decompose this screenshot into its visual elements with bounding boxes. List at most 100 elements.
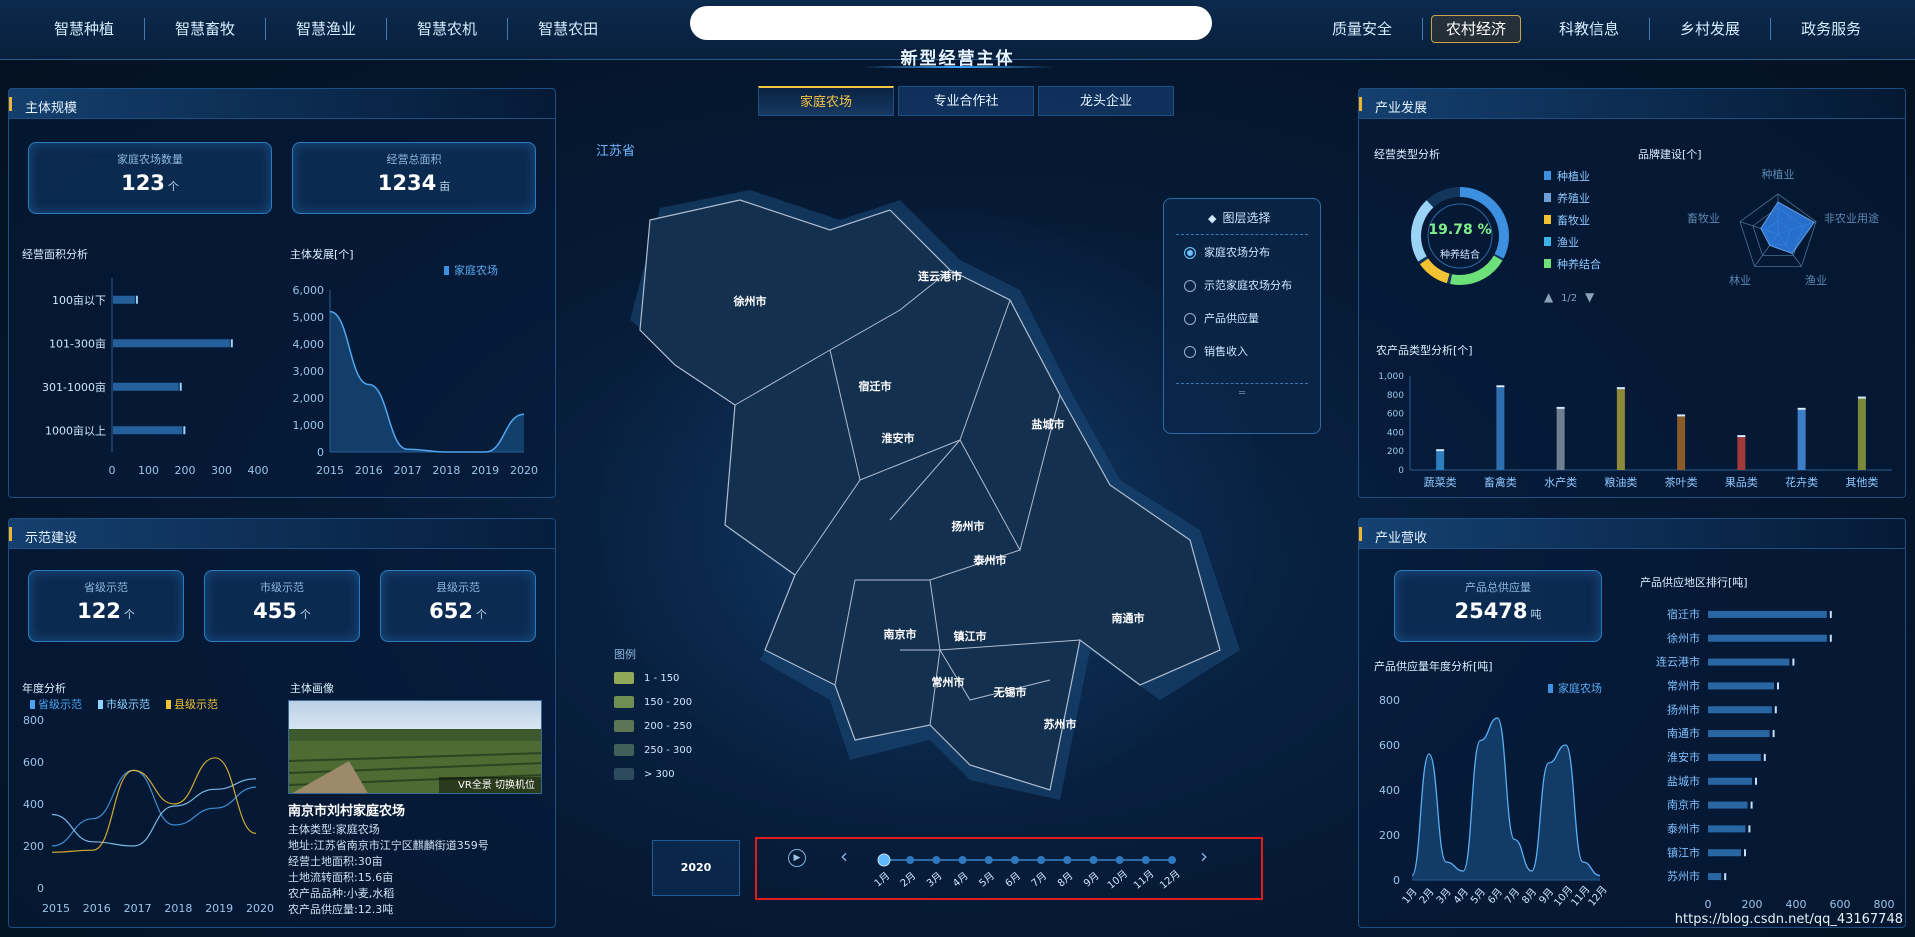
- map-tab-1[interactable]: 专业合作社: [898, 86, 1034, 116]
- city-label[interactable]: 徐州市: [733, 294, 767, 308]
- bar: [1857, 398, 1866, 470]
- bar: [1708, 777, 1752, 785]
- nav-item-left-4[interactable]: 智慧农田: [508, 18, 628, 40]
- legend-pager[interactable]: ▲ 1/2 ▼: [1544, 290, 1594, 304]
- nav-item-left-2[interactable]: 智慧渔业: [266, 18, 388, 40]
- radio-icon[interactable]: [1184, 346, 1196, 358]
- nav-item-right-0[interactable]: 质量安全: [1302, 18, 1424, 40]
- bar-cap: [1737, 435, 1746, 438]
- layer-option-3[interactable]: 销售收入: [1184, 344, 1320, 367]
- timeline-prev-icon[interactable]: ‹: [840, 844, 848, 868]
- layer-option-1[interactable]: 示范家庭农场分布: [1184, 278, 1320, 301]
- legend-swatch: [1544, 171, 1551, 180]
- portrait-title: 主体画像: [290, 682, 334, 695]
- page-down-icon[interactable]: ▼: [1585, 290, 1594, 304]
- bar: [1708, 730, 1770, 738]
- bar: [1737, 437, 1746, 470]
- timeline-month-dot[interactable]: [1010, 856, 1019, 864]
- category-label: 镇江市: [1667, 845, 1700, 859]
- nav-item-left-3[interactable]: 智慧农机: [387, 18, 509, 40]
- radio-icon[interactable]: [1184, 313, 1196, 325]
- collapse-handle-icon[interactable]: ═: [1164, 388, 1320, 399]
- timeline-month-dot[interactable]: [958, 856, 967, 864]
- category-label: 盐城市: [1667, 774, 1700, 788]
- y-tick-label: 1,000: [293, 419, 325, 432]
- timeline-month-dot[interactable]: [906, 856, 915, 864]
- y-tick-label: 3,000: [293, 365, 325, 378]
- city-label[interactable]: 无锡市: [993, 685, 1027, 699]
- layer-option-label: 示范家庭农场分布: [1204, 279, 1292, 292]
- type-legend-item[interactable]: 畜牧业: [1544, 212, 1601, 234]
- timeline-month-dot[interactable]: [932, 856, 941, 864]
- nav-item-left-1[interactable]: 智慧畜牧: [145, 18, 267, 40]
- layer-option-0[interactable]: 家庭农场分布: [1184, 245, 1320, 268]
- play-icon[interactable]: ▶: [788, 849, 806, 867]
- timeline-month-label: 11月: [1131, 868, 1156, 890]
- timeline-month-dot[interactable]: [1168, 856, 1176, 864]
- x-tick-label: 600: [1830, 898, 1851, 911]
- city-label[interactable]: 南京市: [884, 627, 917, 641]
- map-tab-0[interactable]: 家庭农场: [758, 86, 894, 116]
- timeline-month-label: 10月: [1105, 868, 1130, 890]
- x-tick-label: 6月: [1485, 886, 1505, 906]
- legend-swatch: [614, 744, 634, 756]
- jiangsu-map[interactable]: 徐州市 连云港市宿迁市淮安市 盐城市扬州市泰州市南通市南京市 镇江市常州市无锡市苏州市: [600, 180, 1260, 820]
- city-label[interactable]: 宿迁市: [859, 379, 892, 393]
- bar: [1708, 682, 1774, 690]
- city-label[interactable]: 泰州市: [973, 553, 1007, 567]
- timeline-month-dot[interactable]: [1089, 856, 1098, 864]
- city-label[interactable]: 苏州市: [1044, 717, 1077, 731]
- nav-item-right-1[interactable]: 农村经济: [1431, 15, 1522, 43]
- farm-detail-line: 土地流转面积:15.6亩: [288, 871, 394, 884]
- y-tick-label: 4,000: [293, 338, 325, 351]
- category-label: 101-300亩: [49, 336, 106, 350]
- nav-item-right-4[interactable]: 政务服务: [1771, 18, 1891, 40]
- layer-option-2[interactable]: 产品供应量: [1184, 311, 1320, 334]
- y-tick-label: 600: [1387, 410, 1404, 420]
- legend-swatch: [1544, 193, 1551, 202]
- nav-item-right-2[interactable]: 科教信息: [1529, 18, 1651, 40]
- timeline-track[interactable]: 1月 2月 3月 4月 5月 6月 7月 8月 9月 10月 11月 12月: [868, 846, 1188, 890]
- stat-label: 家庭农场数量: [117, 153, 183, 166]
- type-legend-item[interactable]: 养殖业: [1544, 190, 1601, 212]
- timeline-month-dot[interactable]: [984, 856, 993, 864]
- type-legend-item[interactable]: 渔业: [1544, 234, 1601, 256]
- timeline-month-dot[interactable]: [1141, 856, 1150, 864]
- radio-icon[interactable]: [1184, 247, 1196, 259]
- city-label[interactable]: 南通市: [1112, 611, 1145, 625]
- nav-item-left-0[interactable]: 智慧种植: [24, 18, 146, 40]
- area-bar-chart: 100亩以下 101-300亩 301-1000亩 1000亩以上 0 100 200 300…: [42, 278, 269, 477]
- type-legend-item[interactable]: 种养结合: [1544, 256, 1601, 278]
- city-label[interactable]: 镇江市: [954, 629, 987, 643]
- city-label[interactable]: 扬州市: [952, 519, 985, 533]
- year-selector[interactable]: 2020: [652, 840, 740, 896]
- chart-title-area: 经营面积分析: [22, 248, 88, 261]
- farm-photo[interactable]: VR全景 切换机位: [288, 700, 542, 794]
- layer-option-label: 产品供应量: [1204, 312, 1259, 325]
- x-tick-label: 400: [248, 464, 269, 477]
- stat-value: 25478 吨: [1454, 599, 1542, 623]
- city-label[interactable]: 常州市: [932, 675, 965, 689]
- legend-swatch: [98, 700, 103, 709]
- y-tick-label: 800: [1379, 694, 1400, 707]
- type-legend-item[interactable]: 种植业: [1544, 168, 1601, 190]
- timeline-month-dot[interactable]: [1115, 856, 1124, 864]
- timeline-month-dot[interactable]: [1037, 856, 1046, 864]
- brand-radar-chart: 种植业非农业用途渔业 林业 畜牧业: [1687, 167, 1879, 287]
- type-legend-item[interactable]: 其他: [1544, 278, 1601, 280]
- bar-cap: [1744, 849, 1746, 857]
- page-up-icon[interactable]: ▲: [1544, 290, 1553, 304]
- timeline-month-dot[interactable]: [1063, 856, 1072, 864]
- city-label[interactable]: 连云港市: [918, 269, 962, 283]
- map-tab-2[interactable]: 龙头企业: [1038, 86, 1174, 116]
- timeline-next-icon[interactable]: ›: [1200, 844, 1208, 868]
- radio-icon[interactable]: [1184, 280, 1196, 292]
- city-label[interactable]: 淮安市: [882, 431, 915, 445]
- y-tick-label: 600: [23, 756, 44, 769]
- timeline-month-dot[interactable]: [877, 853, 891, 867]
- nav-item-right-3[interactable]: 乡村发展: [1650, 18, 1772, 40]
- timeline-month-label: 8月: [1055, 870, 1075, 890]
- photo-overlay-text[interactable]: VR全景 切换机位: [458, 776, 535, 791]
- x-tick-label: 4月: [1451, 886, 1471, 906]
- city-label[interactable]: 盐城市: [1032, 417, 1065, 431]
